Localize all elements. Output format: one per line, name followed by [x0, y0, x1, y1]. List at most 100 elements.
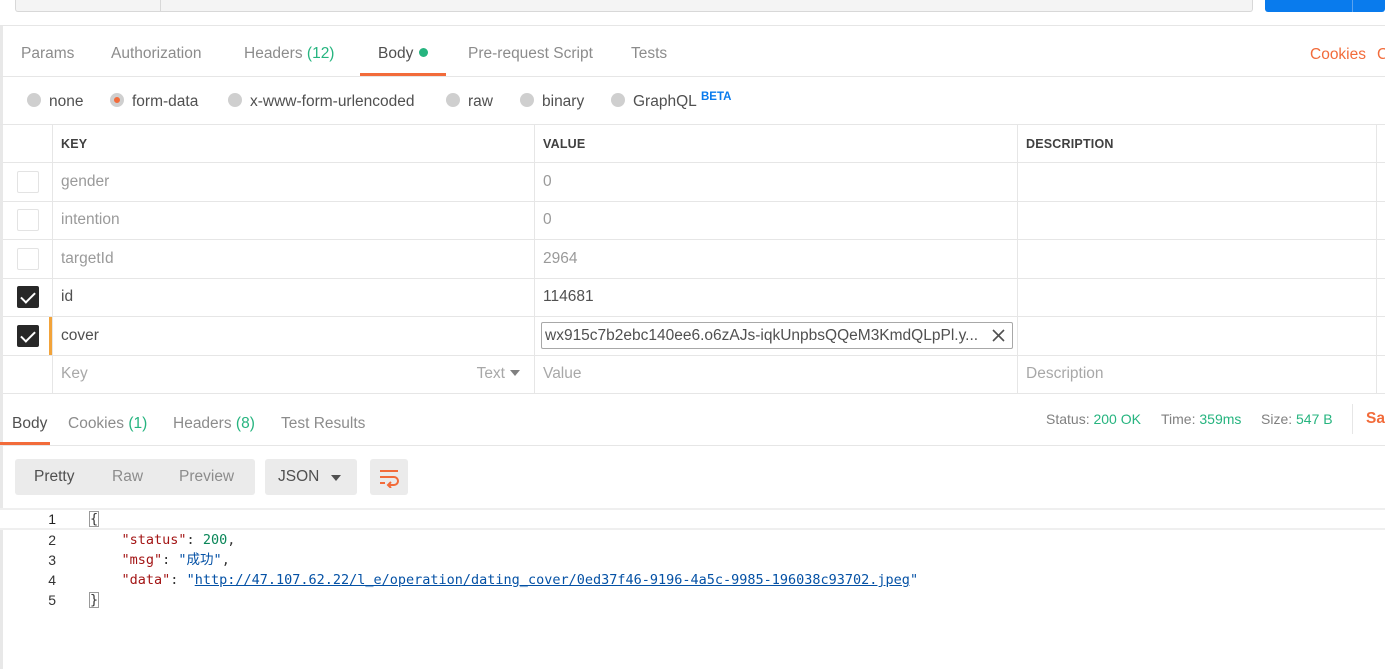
close-brace: } [89, 592, 100, 608]
radio-urlencoded-circle[interactable] [228, 92, 242, 107]
tab-headers[interactable]: Headers (12) [244, 36, 334, 76]
row-key-cell[interactable]: targetId [52, 240, 534, 278]
row-value-cell[interactable]: 0 [534, 201, 1017, 239]
row-value-cell[interactable]: 0 [534, 163, 1017, 201]
code-link[interactable]: C [1377, 36, 1385, 74]
tab-params[interactable]: Params [21, 36, 74, 76]
code-line: 1 { [0, 508, 1385, 530]
new-value-input[interactable]: Value [534, 355, 1017, 393]
cookies-link[interactable]: Cookies [1310, 36, 1366, 74]
status-info: Status: 200 OK [1046, 411, 1141, 427]
new-row-check-cell [3, 356, 52, 394]
row-description-cell[interactable] [1017, 317, 1376, 355]
tab-tests[interactable]: Tests [631, 36, 667, 76]
tab-authorization[interactable]: Authorization [111, 36, 201, 76]
new-key-placeholder: Key [61, 365, 88, 383]
row-checkbox-checked[interactable] [16, 324, 39, 347]
row-value-cell[interactable]: 114681 [534, 278, 1017, 316]
response-body-editor[interactable]: 1 { 2 "status": 200, 3 "msg": "成功", 4 "d… [0, 508, 1385, 610]
row-description-cell[interactable] [1017, 201, 1376, 239]
table-row: id 114681 [3, 278, 1385, 317]
language-select[interactable]: JSON [265, 459, 357, 495]
row-end-cell [1376, 163, 1385, 201]
radio-binary-circle[interactable] [520, 92, 534, 107]
radio-raw[interactable]: raw [446, 91, 493, 113]
radio-binary[interactable]: binary [520, 91, 584, 113]
url-bar [0, 0, 1385, 26]
radio-form-data-circle[interactable] [110, 92, 124, 107]
save-response-button[interactable]: Sav [1366, 410, 1385, 428]
code-line: 5 } [0, 590, 1385, 610]
row-description-cell[interactable] [1017, 278, 1376, 316]
row-value: 0 [543, 172, 552, 190]
radio-graphql-circle[interactable] [611, 92, 625, 107]
row-value-editor[interactable]: wx915c7b2ebc140ee6.o6zAJs-iqkUnpbsQQeM3K… [541, 322, 1013, 349]
json-key-status: "status" [121, 532, 187, 548]
time-value[interactable]: 359ms [1199, 411, 1241, 427]
radio-raw-circle[interactable] [446, 92, 460, 107]
time-label: Time: [1161, 411, 1196, 427]
raw-button[interactable]: Raw [112, 459, 143, 495]
row-value: wx915c7b2ebc140ee6.o6zAJs-iqkUnpbsQQeM3K… [545, 326, 979, 344]
new-row-end-cell [1376, 355, 1385, 393]
row-checkbox[interactable] [16, 209, 39, 232]
row-description-cell[interactable] [1017, 163, 1376, 201]
tab-response-cookies[interactable]: Cookies (1) [68, 404, 147, 445]
new-value-placeholder: Value [543, 365, 582, 383]
tab-pre-request-script[interactable]: Pre-request Script [468, 36, 593, 76]
tab-test-results-label: Test Results [281, 415, 366, 432]
radio-graphql-label: GraphQL [633, 93, 697, 110]
status-value[interactable]: 200 OK [1093, 411, 1140, 427]
size-value[interactable]: 547 B [1296, 411, 1333, 427]
wrap-lines-button[interactable] [370, 459, 408, 495]
radio-graphql[interactable]: GraphQL BETA [611, 91, 731, 113]
row-key-cell[interactable]: gender [52, 163, 534, 201]
row-checkbox-cell [3, 317, 52, 355]
json-value-msg: "成功" [178, 552, 222, 568]
url-input[interactable] [160, 0, 1253, 12]
row-key-cell[interactable]: id [52, 278, 534, 316]
row-end-cell [1376, 278, 1385, 316]
row-checkbox[interactable] [16, 170, 39, 193]
row-end-cell [1376, 201, 1385, 239]
close-icon[interactable] [991, 328, 1006, 343]
key-type-select[interactable]: Text [477, 365, 520, 383]
table-row: intention 0 [3, 201, 1385, 240]
radio-raw-label: raw [468, 93, 493, 110]
radio-form-data[interactable]: form-data [110, 91, 198, 113]
new-key-input[interactable]: Key Text [52, 355, 534, 393]
row-key-cell[interactable]: cover [49, 317, 534, 355]
tab-pre-request-label: Pre-request Script [468, 45, 593, 62]
radio-none[interactable]: none [27, 91, 83, 113]
tab-response-headers[interactable]: Headers (8) [173, 404, 255, 445]
pretty-button[interactable]: Pretty [34, 459, 74, 495]
preview-button[interactable]: Preview [179, 459, 234, 495]
row-checkbox-cell [3, 240, 52, 278]
code-text: } [89, 590, 100, 610]
radio-none-circle[interactable] [27, 92, 41, 107]
tab-test-results[interactable]: Test Results [281, 404, 365, 445]
code-line: 2 "status": 200, [0, 530, 1385, 550]
row-key-cell[interactable]: intention [52, 201, 534, 239]
key-type-label: Text [476, 365, 505, 383]
row-key: id [61, 288, 74, 306]
send-button[interactable] [1265, 0, 1385, 12]
row-description-cell[interactable] [1017, 240, 1376, 278]
row-value-cell: wx915c7b2ebc140ee6.o6zAJs-iqkUnpbsQQeM3K… [534, 317, 1017, 355]
radio-urlencoded[interactable]: x-www-form-urlencoded [228, 91, 415, 113]
header-description: DESCRIPTION [1017, 125, 1376, 162]
tab-response-body[interactable]: Body [0, 404, 51, 445]
line-number: 2 [48, 532, 56, 548]
table-row: cover wx915c7b2ebc140ee6.o6zAJs-iqkUnpbs… [3, 317, 1385, 356]
method-select[interactable] [15, 0, 161, 12]
row-value-cell[interactable]: 2964 [534, 240, 1017, 278]
row-checkbox-checked[interactable] [16, 286, 39, 309]
json-value-data-link[interactable]: http://47.107.62.22/l_e/operation/dating… [195, 572, 910, 588]
tab-response-body-label: Body [12, 415, 48, 432]
tab-params-label: Params [21, 45, 75, 62]
new-description-input[interactable]: Description [1017, 355, 1376, 393]
code-line: 4 "data": "http://47.107.62.22/l_e/opera… [0, 570, 1385, 590]
row-checkbox[interactable] [16, 247, 39, 270]
status-label: Status: [1046, 411, 1090, 427]
tab-body[interactable]: Body [360, 36, 447, 76]
